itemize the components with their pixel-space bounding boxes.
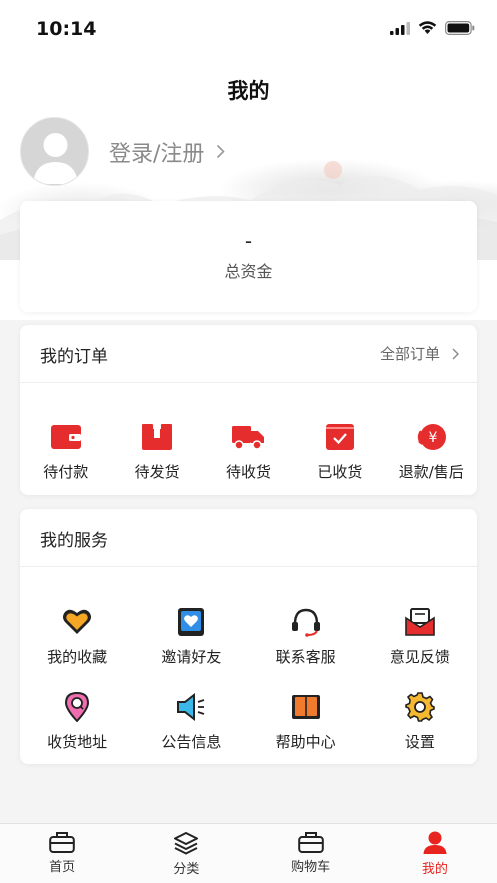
total-funds-label: 总资金 xyxy=(224,262,273,281)
package-icon xyxy=(142,424,173,450)
service-settings[interactable]: 设置 xyxy=(363,692,477,752)
layers-icon xyxy=(174,832,199,855)
bottom-tab-bar: 首页 分类 购物车 我的 xyxy=(0,823,497,883)
truck-icon xyxy=(232,426,265,450)
order-item-label: 退款/售后 xyxy=(398,463,464,481)
check-box-icon xyxy=(325,424,354,450)
battery-icon xyxy=(445,21,475,35)
services-grid: 我的收藏 邀请好友 联系客服 意见反馈 收货地址 公告信息 帮助中心 设置 xyxy=(20,607,477,752)
briefcase-icon xyxy=(49,832,75,853)
order-refund-aftersales[interactable]: ¥ 退款/售后 xyxy=(386,423,477,482)
service-feedback[interactable]: 意见反馈 xyxy=(363,607,477,667)
login-register-link[interactable]: 登录/注册 xyxy=(109,136,204,168)
book-icon xyxy=(291,695,320,719)
status-icons xyxy=(390,21,475,35)
service-label: 设置 xyxy=(404,733,435,751)
headset-icon xyxy=(291,608,320,637)
order-item-label: 待发货 xyxy=(134,463,180,481)
order-pending-payment[interactable]: 待付款 xyxy=(20,423,111,482)
services-header: 我的服务 xyxy=(20,509,477,567)
service-help-center[interactable]: 帮助中心 xyxy=(249,692,363,752)
heart-icon xyxy=(63,609,92,634)
service-label: 联系客服 xyxy=(275,648,336,666)
tab-category[interactable]: 分类 xyxy=(124,824,248,883)
tab-label: 首页 xyxy=(49,860,76,875)
my-services-card: 我的服务 我的收藏 邀请好友 联系客服 意见反馈 收货地址 公告信息 帮助中心 … xyxy=(20,509,477,764)
tab-cart[interactable]: 购物车 xyxy=(249,824,373,883)
services-title: 我的服务 xyxy=(40,531,108,551)
default-avatar-icon xyxy=(21,118,88,185)
refund-icon: ¥ xyxy=(418,424,447,450)
service-label: 我的收藏 xyxy=(47,648,108,666)
status-time: 10:14 xyxy=(36,18,97,40)
service-label: 收货地址 xyxy=(47,733,108,751)
location-pin-icon xyxy=(65,692,90,722)
service-label: 帮助中心 xyxy=(275,733,336,751)
page-title: 我的 xyxy=(227,79,270,103)
service-announcements[interactable]: 公告信息 xyxy=(134,692,248,752)
invite-icon xyxy=(178,608,205,636)
tab-home[interactable]: 首页 xyxy=(0,824,124,883)
announcement-icon xyxy=(177,693,205,721)
order-pending-receipt[interactable]: 待收货 xyxy=(203,423,294,482)
order-item-label: 待收货 xyxy=(225,463,271,481)
chevron-right-icon xyxy=(452,348,459,359)
gear-icon xyxy=(405,692,435,722)
svg-text:¥: ¥ xyxy=(429,430,438,446)
wallet-icon xyxy=(50,425,81,449)
my-orders-card: 我的订单 全部订单 待付款 待发货 待收货 已收货 ¥ 退款/售后 xyxy=(20,325,477,495)
tab-label: 我的 xyxy=(421,862,448,877)
avatar[interactable] xyxy=(20,117,89,186)
tab-profile[interactable]: 我的 xyxy=(373,824,497,883)
chevron-right-icon xyxy=(217,144,226,159)
order-pending-shipment[interactable]: 待发货 xyxy=(111,423,202,482)
all-orders-link[interactable]: 全部订单 xyxy=(380,343,459,364)
service-contact-support[interactable]: 联系客服 xyxy=(249,607,363,667)
service-shipping-address[interactable]: 收货地址 xyxy=(20,692,134,752)
briefcase-icon xyxy=(297,832,324,853)
service-label: 意见反馈 xyxy=(389,648,450,666)
orders-header: 我的订单 全部订单 xyxy=(20,325,477,383)
person-icon xyxy=(423,831,447,854)
login-entry[interactable]: 登录/注册 xyxy=(20,117,226,186)
all-orders-label: 全部订单 xyxy=(379,345,440,363)
wifi-icon xyxy=(418,21,437,34)
order-received[interactable]: 已收货 xyxy=(294,423,385,482)
service-favorites[interactable]: 我的收藏 xyxy=(20,607,134,667)
tab-label: 分类 xyxy=(173,862,200,877)
total-funds-value: - xyxy=(244,229,253,253)
order-status-row: 待付款 待发货 待收货 已收货 ¥ 退款/售后 xyxy=(20,423,477,482)
order-item-label: 待付款 xyxy=(43,463,89,481)
service-label: 邀请好友 xyxy=(161,648,222,666)
service-invite-friends[interactable]: 邀请好友 xyxy=(134,607,248,667)
orders-title: 我的订单 xyxy=(40,347,108,367)
order-item-label: 已收货 xyxy=(317,463,363,481)
service-label: 公告信息 xyxy=(161,733,222,751)
signal-icon xyxy=(390,21,410,35)
feedback-icon xyxy=(405,608,435,636)
total-funds-card[interactable]: - 总资金 xyxy=(20,201,477,312)
tab-label: 购物车 xyxy=(291,860,331,875)
status-bar: 10:14 xyxy=(0,0,497,60)
